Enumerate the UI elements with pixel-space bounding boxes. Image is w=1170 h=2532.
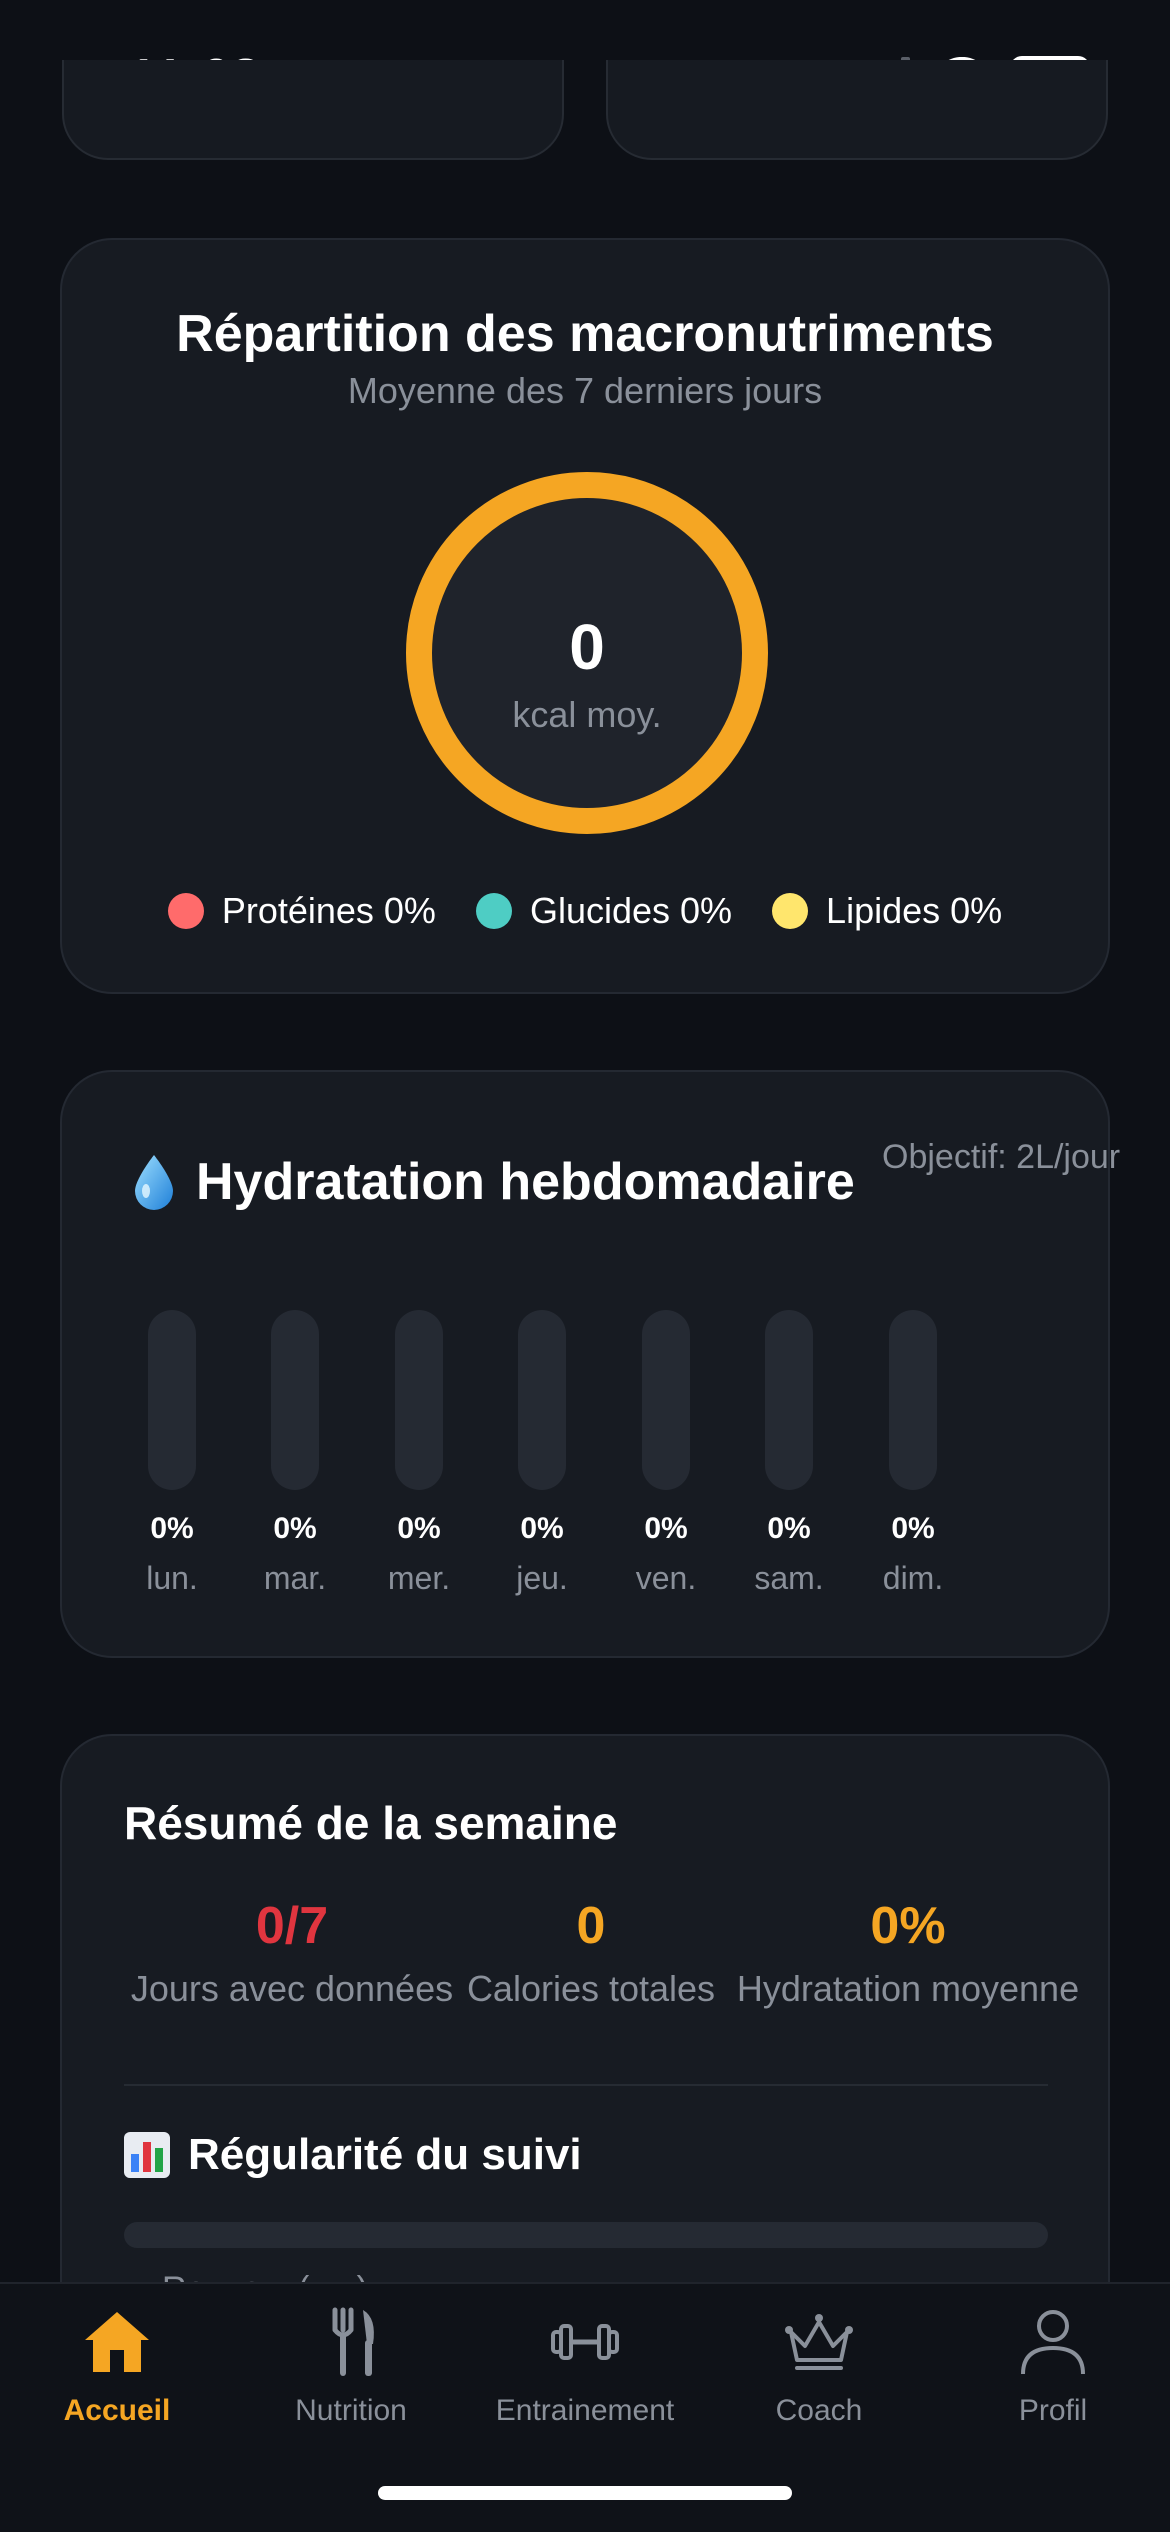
day-column: 0% ven.	[626, 1310, 706, 1597]
day-percent: 0%	[767, 1512, 811, 1545]
day-name: lun.	[146, 1560, 198, 1596]
hydration-card: Hydratation hebdomadaire Objectif: 2L/jo…	[60, 1070, 1120, 1658]
day-column: 0% jeu.	[502, 1310, 582, 1597]
hydration-title: Hydratation hebdomadaire	[196, 1153, 855, 1211]
regularity-title: Régularité du suivi	[188, 2130, 582, 2179]
day-column: 0% sam.	[749, 1310, 829, 1597]
tab-label: Accueil	[63, 2394, 171, 2427]
day-percent: 0%	[644, 1512, 688, 1545]
legend-item-fats: Lipides 0%	[772, 890, 1002, 932]
home-icon	[85, 2312, 149, 2372]
day-bar	[642, 1310, 690, 1490]
bar-chart-icon	[124, 2132, 170, 2178]
fork-knife-icon	[332, 2307, 374, 2376]
tab-label: Profil	[1018, 2394, 1088, 2427]
stat-label: Calories totales	[466, 1968, 716, 2009]
legend-label: Glucides 0%	[529, 890, 733, 931]
day-name: jeu.	[516, 1560, 568, 1596]
tab-coach[interactable]: Coach	[702, 2304, 936, 2428]
water-drop-icon	[135, 1155, 173, 1210]
stat-label: Jours avec données	[130, 1968, 454, 2009]
macros-donut-chart: 0 kcal moy.	[406, 472, 768, 834]
day-column: 0% lun.	[132, 1310, 212, 1597]
day-percent: 0%	[891, 1512, 935, 1545]
macros-legend: Protéines 0% Glucides 0% Lipides 0%	[62, 890, 1108, 932]
tab-label: Entrainement	[495, 2394, 675, 2427]
dumbbell-icon	[551, 2324, 619, 2360]
summary-title: Résumé de la semaine	[124, 1797, 618, 1849]
home-indicator	[378, 2486, 792, 2500]
stat-value: 0%	[870, 1897, 946, 1955]
proteins-dot	[167, 893, 204, 929]
partial-card-right	[606, 60, 1108, 160]
day-bar	[395, 1310, 443, 1490]
day-name: mar.	[263, 1560, 327, 1596]
tab-nutrition[interactable]: Nutrition	[234, 2304, 468, 2428]
hydration-bars: 0% lun. 0% mar. 0% mer. 0% jeu. 0% ven. …	[132, 1310, 1060, 1610]
divider	[124, 2084, 1048, 2086]
day-column: 0% dim.	[873, 1310, 953, 1597]
stat-total-calories: 0 Calories totales	[460, 1896, 722, 2010]
day-bar	[148, 1310, 196, 1490]
carbs-dot	[475, 893, 512, 929]
person-icon	[1021, 2310, 1085, 2375]
stat-average-hydration: 0% Hydratation moyenne	[722, 1896, 1094, 2010]
tab-label: Coach	[775, 2394, 863, 2427]
day-column: 0% mer.	[379, 1310, 459, 1597]
legend-label: Lipides 0%	[826, 890, 1003, 931]
hydration-goal: Objectif: 2L/jour	[882, 1138, 1121, 1176]
day-bar	[271, 1310, 319, 1490]
regularity-header: Régularité du suivi	[124, 2130, 582, 2180]
tab-entrainement[interactable]: Entrainement	[468, 2304, 702, 2428]
stat-value: 0/7	[255, 1897, 329, 1955]
day-name: sam.	[754, 1560, 824, 1596]
day-percent: 0%	[520, 1512, 564, 1545]
average-kcal-label: kcal moy.	[512, 694, 662, 735]
hydration-header: Hydratation hebdomadaire	[132, 1152, 855, 1212]
tab-profil[interactable]: Profil	[936, 2304, 1170, 2428]
crown-icon	[785, 2314, 853, 2370]
partial-card-left	[62, 60, 564, 160]
day-percent: 0%	[150, 1512, 194, 1545]
macros-title: Répartition des macronutriments	[176, 305, 994, 363]
macros-subtitle: Moyenne des 7 derniers jours	[347, 370, 823, 411]
average-kcal-value: 0	[569, 611, 605, 683]
day-percent: 0%	[273, 1512, 317, 1545]
day-percent: 0%	[397, 1512, 441, 1545]
legend-item-carbs: Glucides 0%	[475, 890, 733, 932]
legend-label: Protéines 0%	[221, 890, 436, 931]
day-name: ven.	[635, 1560, 697, 1596]
day-column: 0% mar.	[255, 1310, 335, 1597]
macros-card: Répartition des macronutriments Moyenne …	[60, 238, 1110, 994]
stat-value: 0	[576, 1897, 606, 1955]
day-bar	[518, 1310, 566, 1490]
regularity-progress-bar	[124, 2222, 1048, 2248]
tab-label: Nutrition	[295, 2394, 407, 2427]
day-bar	[889, 1310, 937, 1490]
fats-dot	[772, 893, 809, 929]
day-name: dim.	[882, 1560, 944, 1596]
day-name: mer.	[387, 1560, 451, 1596]
stat-days-with-data: 0/7 Jours avec données	[124, 1896, 460, 2010]
tab-accueil[interactable]: Accueil	[0, 2304, 234, 2428]
stat-label: Hydratation moyenne	[736, 1968, 1080, 2009]
legend-item-proteins: Protéines 0%	[167, 890, 436, 932]
day-bar	[765, 1310, 813, 1490]
